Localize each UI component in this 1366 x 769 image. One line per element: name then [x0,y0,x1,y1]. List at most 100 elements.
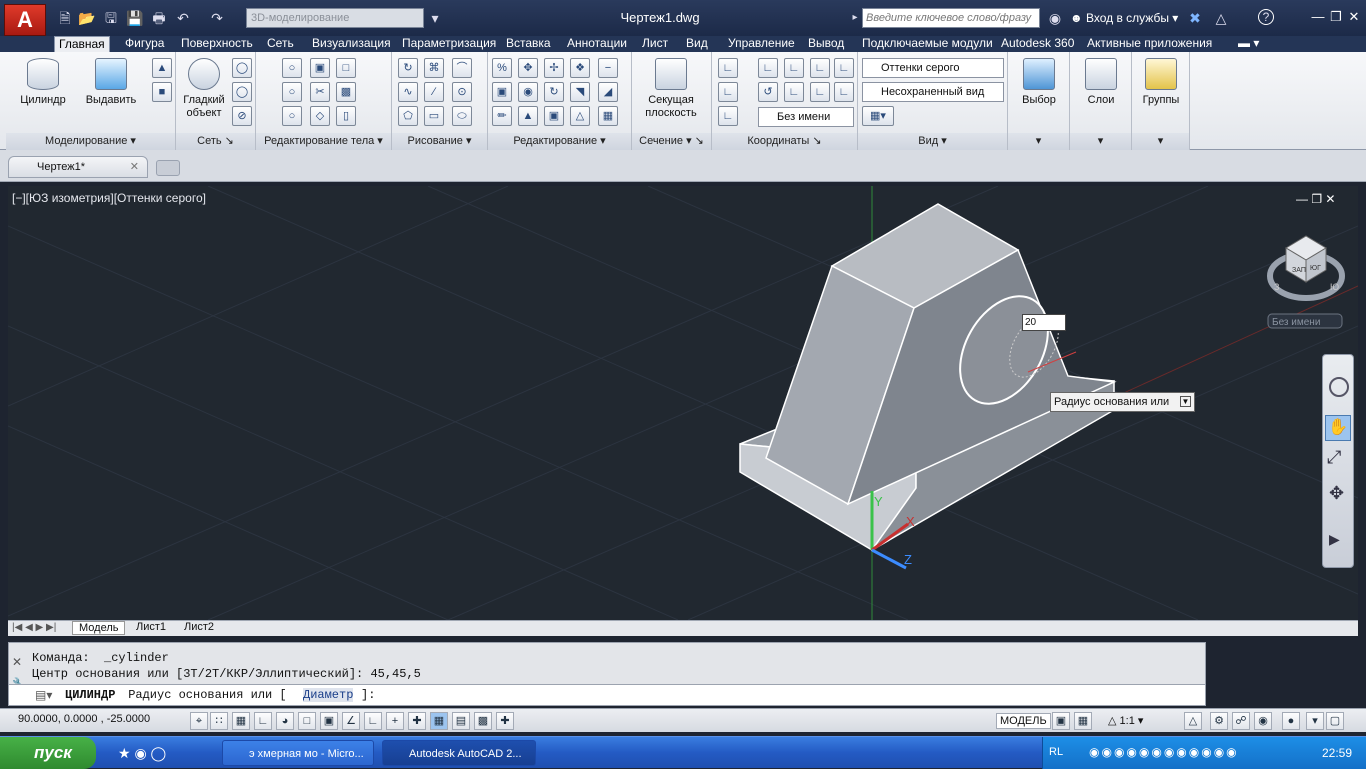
intersect-icon[interactable]: ○ [282,106,302,126]
viewport-config-icon[interactable]: ▦▾ [862,106,894,126]
panel-label-draw[interactable]: Рисование ▾ [392,133,487,150]
mesh-add-icon[interactable]: ◯ [232,58,252,78]
tab-surface[interactable]: Поверхность [177,36,257,52]
ucs-x-icon[interactable]: ∟ [784,82,804,102]
hardware-acceleration-icon[interactable]: ◉ [1254,712,1272,730]
ortho-icon[interactable]: ∟ [254,712,272,730]
panel-select-expand[interactable]: ▾ [1008,133,1069,150]
binoculars-icon[interactable]: ◉ [1046,9,1064,27]
tab-mesh[interactable]: Сеть [263,36,298,52]
transparency-icon[interactable]: ▦ [430,712,448,730]
ucs-previous-icon[interactable]: ↺ [758,82,778,102]
layout-nav-arrows[interactable]: |◀ ◀ ▶ ▶| [12,622,56,633]
search-input[interactable]: Введите ключевое слово/фразу [862,8,1040,28]
viewcube[interactable]: ЗАП ЮГ З Ю [1267,235,1345,301]
quick-view-drawings-icon[interactable]: ▦ [1074,712,1092,730]
3d-align-icon[interactable]: ▣ [492,82,512,102]
chevron-down-icon[interactable]: ▾ [426,9,444,27]
panel-label-coordinates[interactable]: Координаты ↘ [712,133,857,150]
print-icon[interactable]: 🖶 [150,9,168,27]
panel-layers-expand[interactable]: ▾ [1070,133,1131,150]
subtract-icon[interactable]: ○ [282,82,302,102]
panel-label-section[interactable]: Сечение ▾ ↘ [632,133,711,150]
snap-icon[interactable]: ∷ [210,712,228,730]
annotation-scale[interactable]: △ 1:1 ▾ [1108,714,1143,727]
move-icon[interactable]: ✢ [544,58,564,78]
otrack-icon[interactable]: ∠ [342,712,360,730]
tab-layout[interactable]: Лист [638,36,672,52]
dynamic-input-field[interactable]: 20 [1022,314,1066,331]
3d-move-icon[interactable]: ✥ [518,58,538,78]
task-word[interactable]: э хмерная мо - Micro... [222,740,374,766]
ucs-world-icon[interactable]: ∟ [758,58,778,78]
break-icon[interactable]: − [598,58,618,78]
annotation-monitor-icon[interactable]: ✚ [496,712,514,730]
options-arrow-icon[interactable]: ▼ [1180,396,1191,407]
restore-icon[interactable]: ❐ [1328,9,1344,25]
zoom-extents-icon[interactable]: ⤢ [1327,447,1341,468]
tab-insert[interactable]: Вставка [502,36,555,52]
visual-style-select[interactable]: Оттенки серого [862,58,1004,78]
trim-icon[interactable]: ◥ [570,82,590,102]
close-icon[interactable]: ✕ [130,157,139,177]
model-space-button[interactable]: МОДЕЛЬ [996,713,1051,729]
new-file-icon[interactable]: 🗎 [56,9,74,27]
ucs-named-icon[interactable]: ∟ [810,58,830,78]
extrude-button[interactable]: Выдавить [80,58,142,107]
tab-featured-apps[interactable]: Активные приложения [1083,36,1216,52]
panel-label-view[interactable]: Вид ▾ [858,133,1007,150]
workspace-switch-icon[interactable]: ⚙ [1210,712,1228,730]
mesh-remove-icon[interactable]: ◯ [232,82,252,102]
tab-sheet2[interactable]: Лист2 [180,621,218,633]
option-diameter[interactable]: Диаметр [303,688,354,702]
open-file-icon[interactable]: 📂 [78,9,96,27]
ucs-z-axis-icon[interactable]: ∟ [784,58,804,78]
file-tab[interactable]: Чертеж1* ✕ [8,156,148,178]
thicken-icon[interactable]: ◇ [310,106,330,126]
tab-sheet1[interactable]: Лист1 [132,621,170,633]
status-menu-icon[interactable]: ▾ [1306,712,1324,730]
presspull-icon[interactable]: ▲ [152,58,172,78]
smooth-object-button[interactable]: Гладкий объект [178,58,230,120]
cylinder-button[interactable]: Цилиндр [14,58,72,107]
panel-label-modeling[interactable]: Моделирование ▾ [6,133,175,150]
scale-icon[interactable]: % [492,58,512,78]
viewport-window-controls[interactable]: — ❐ ✕ [1296,192,1335,206]
ucs-icon[interactable]: ∟ [718,58,738,78]
select-button[interactable]: Выбор [1012,58,1066,107]
task-autocad[interactable]: Autodesk AutoCAD 2... [382,740,536,766]
ucs-object-icon[interactable]: ∟ [718,106,738,126]
line-icon[interactable]: ∕ [424,82,444,102]
quick-view-layouts-icon[interactable]: ▣ [1052,712,1070,730]
exchange-icon[interactable]: ✖ [1186,9,1204,27]
tab-parametric[interactable]: Параметризация [398,36,500,52]
steering-wheel-icon[interactable] [1329,377,1349,397]
redo-icon[interactable]: ↷ [208,9,226,27]
close-icon[interactable]: ✕ [1346,9,1362,25]
polyline-icon[interactable]: ↻ [398,58,418,78]
offset-icon[interactable]: ▣ [544,106,564,126]
rotate-icon[interactable]: ↻ [544,82,564,102]
tab-model[interactable]: Модель [72,621,126,635]
tab-solid[interactable]: Фигура [121,36,168,52]
panel-label-modify[interactable]: Редактирование ▾ [488,133,631,150]
start-button[interactable]: пуск [0,737,96,769]
dynamic-input-icon[interactable]: + [386,712,404,730]
ucs-origin-icon[interactable]: ∟ [718,82,738,102]
lineweight-icon[interactable]: ✚ [408,712,426,730]
command-icon[interactable]: ▤▾ [35,688,52,702]
erase-icon[interactable]: ✏ [492,106,512,126]
union-icon[interactable]: ○ [282,58,302,78]
mesh-crease-icon[interactable]: ⊘ [232,106,252,126]
fillet-icon[interactable]: ◢ [598,82,618,102]
ribbon-toggle-icon[interactable]: ▬ ▾ [1234,36,1263,52]
annotation-visibility-icon[interactable]: △ [1184,712,1202,730]
application-menu-button[interactable]: A [4,4,46,36]
extract-edges-icon[interactable]: ▣ [310,58,330,78]
copy-icon[interactable]: ❖ [570,58,590,78]
spline-icon[interactable]: ∿ [398,82,418,102]
undo-icon[interactable]: ↶ [174,9,192,27]
panel-label-mesh[interactable]: Сеть ↘ [176,133,255,150]
panel-label-solid-editing[interactable]: Редактирование тела ▾ [256,133,391,150]
new-tab-icon[interactable] [156,160,180,176]
